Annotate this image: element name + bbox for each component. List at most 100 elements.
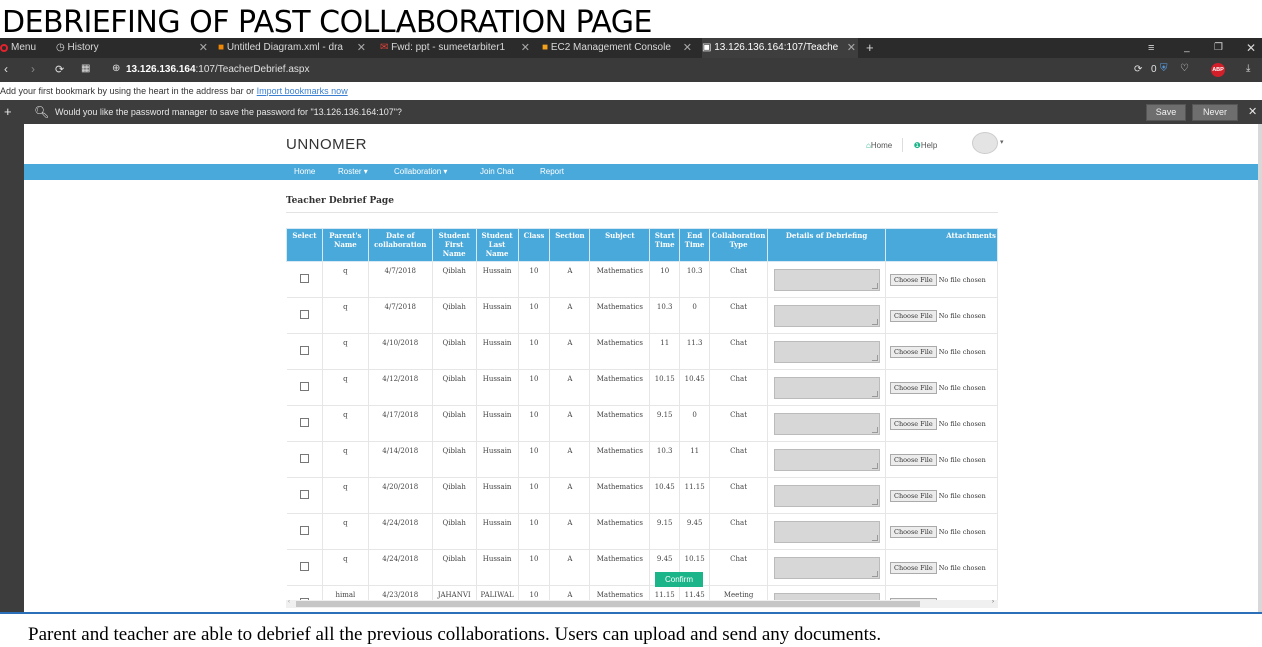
scroll-left-icon[interactable]: ‹ [288,599,290,605]
horizontal-scrollbar[interactable]: ‹ › [286,599,998,608]
opera-logo-icon [0,44,8,52]
shield-icon[interactable]: ⛨ [1160,63,1168,74]
heart-icon[interactable]: ♡ [1180,63,1189,74]
plus-icon[interactable]: + [4,100,12,124]
nav-home[interactable]: Home [294,164,315,180]
debrief-details-textarea[interactable] [773,376,880,399]
never-button[interactable]: Never [1192,104,1238,121]
debrief-details-textarea[interactable] [773,592,880,600]
choose-file-button[interactable]: Choose File [889,381,937,394]
save-password-button[interactable]: Save [1146,104,1186,121]
speed-dial-icon[interactable]: ▦ [81,63,90,74]
back-icon[interactable]: ‹ [4,62,8,76]
choose-file-button[interactable]: Choose File [889,417,937,430]
choose-file-button[interactable]: Choose File [889,561,937,574]
debrief-details-textarea[interactable] [773,412,880,435]
column-header: Collaboration Type [709,228,769,262]
restore-icon[interactable]: ❐ [1214,38,1228,58]
select-checkbox[interactable] [299,454,309,463]
menu-button[interactable]: Menu [0,38,50,58]
attachment-cell: Choose FileNo file chosen [885,549,998,586]
download-icon[interactable]: ⤓ [1246,63,1250,74]
chevron-down-icon[interactable]: ▾ [1000,138,1004,146]
new-tab-button[interactable]: + [866,38,880,58]
cell-section: A [549,297,591,334]
avatar[interactable] [972,132,998,154]
sync-icon[interactable]: ⟳ [1134,64,1142,75]
scroll-right-icon[interactable]: › [992,599,994,605]
vertical-scrollbar[interactable] [1258,124,1262,614]
choose-file-button[interactable]: Choose File [889,345,937,358]
column-header: Select [286,228,323,262]
choose-file-button[interactable]: Choose File [889,489,937,502]
debrief-details-textarea[interactable] [773,520,880,543]
file-name-label: No file chosen [938,275,986,284]
reload-icon[interactable]: ⟳ [55,63,64,76]
debrief-details-textarea[interactable] [773,556,880,579]
url-field[interactable]: 13.126.136.164:107/TeacherDebrief.aspx [126,64,309,75]
window-close-icon[interactable]: ✕ [1246,38,1260,58]
debrief-details-textarea[interactable] [773,448,880,471]
confirm-button[interactable]: Confirm [655,572,703,587]
cell-last: Hussain [476,513,519,550]
attachment-cell: Choose FileNo file chosen [885,333,998,370]
sidebar-strip [0,124,24,614]
site-brand[interactable]: UNNOMER [286,136,367,153]
file-name-label: No file chosen [938,419,986,428]
select-checkbox[interactable] [299,526,309,535]
tab-gmail[interactable]: ✉ Fwd: ppt - sumeetarbiter1 ✕ [380,38,532,58]
file-name-label: No file chosen [938,491,986,500]
tab-label: Fwd: ppt - sumeetarbiter1 [391,42,506,53]
cell-type: Chat [709,297,769,334]
select-cell [286,477,323,514]
select-checkbox[interactable] [299,310,309,319]
column-header: Parent's Name [321,228,369,262]
debrief-details-textarea[interactable] [773,340,880,363]
cell-start: 10.15 [649,369,681,406]
table-header-row: Select Parent's Name Date of collaboration… [286,228,998,262]
choose-file-button[interactable]: Choose File [889,525,937,538]
close-icon[interactable]: ✕ [847,38,856,58]
tab-menu-icon[interactable]: ≡ [1148,38,1162,58]
select-checkbox[interactable] [299,274,309,283]
cell-type: Chat [709,549,769,586]
help-link[interactable]: Help [921,141,937,150]
cell-first: Qiblah [432,441,477,478]
close-icon[interactable]: ✕ [357,38,366,58]
close-icon[interactable]: ✕ [1248,100,1257,124]
select-checkbox[interactable] [299,346,309,355]
cell-parent: q [322,405,369,442]
choose-file-button[interactable]: Choose File [889,453,937,466]
select-checkbox[interactable] [299,382,309,391]
scrollbar-thumb[interactable] [296,601,920,607]
cell-class: 10 [518,369,551,406]
nav-collaboration[interactable]: Collaboration ▾ [394,164,447,180]
tab-history[interactable]: ◷ History ✕ [56,38,210,58]
close-icon[interactable]: ✕ [683,38,692,58]
debrief-details-textarea[interactable] [773,304,880,327]
forward-icon[interactable]: › [31,62,35,76]
attachment-cell: Choose FileNo file chosen [885,369,998,406]
choose-file-button[interactable]: Choose File [889,273,937,286]
tab-diagram[interactable]: ■ Untitled Diagram.xml - dra ✕ [218,38,368,58]
close-icon[interactable]: ✕ [521,38,530,58]
select-checkbox[interactable] [299,562,309,571]
nav-join-chat[interactable]: Join Chat [480,164,514,180]
select-checkbox[interactable] [299,418,309,427]
debrief-details-textarea[interactable] [773,484,880,507]
minimize-icon[interactable]: _ [1184,38,1198,58]
cell-section: A [549,405,591,442]
select-checkbox[interactable] [299,490,309,499]
cell-start: 10.3 [649,441,681,478]
table-row: q 4/24/2018 Qiblah Hussain 10 A Mathematics 9.1… [286,513,998,550]
import-bookmarks-link[interactable]: Import bookmarks now [257,86,348,96]
debrief-details-textarea[interactable] [773,268,880,291]
choose-file-button[interactable]: Choose File [889,309,937,322]
home-link[interactable]: Home [871,141,892,150]
tab-teacher-debrief[interactable]: ▣ 13.126.136.164:107/Teache ✕ [702,38,858,58]
tab-ec2[interactable]: ■ EC2 Management Console ✕ [542,38,694,58]
adblock-icon[interactable]: ABP [1211,63,1225,77]
close-icon[interactable]: ✕ [199,38,208,58]
nav-report[interactable]: Report [540,164,564,180]
nav-roster[interactable]: Roster ▾ [338,164,368,180]
